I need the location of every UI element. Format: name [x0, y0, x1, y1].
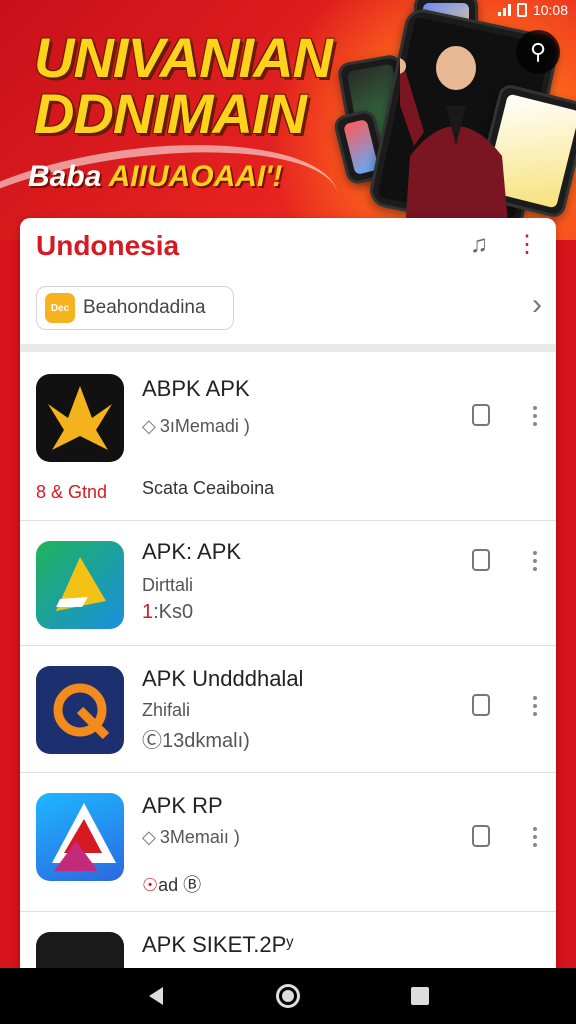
app-subtitle: ◇ 3Memaiı ) [142, 827, 240, 848]
app-subtitle-text: 3ıMemadi ) [159, 416, 250, 436]
banner-headline-line2: DDNIMAIN [34, 82, 307, 145]
list-item[interactable]: APK: APK Dirttali 1:Ks0 [20, 521, 556, 646]
recents-button[interactable] [390, 968, 450, 1024]
bookmark-icon[interactable] [472, 404, 490, 426]
filter-row: Dec Beahondadina › [20, 274, 556, 352]
app-size: 1:Ks0 [142, 601, 193, 624]
bookmark-icon[interactable] [472, 825, 490, 847]
app-name: APK Undddhalal [142, 666, 304, 691]
more-vertical-icon[interactable] [532, 551, 538, 571]
app-list: ABPK APK ◇ 3ıMemadi ) 8 & Gtnd Scata Ceai… [20, 352, 556, 978]
more-vertical-icon[interactable] [532, 827, 538, 847]
battery-icon [516, 3, 527, 17]
app-subtitle-text: 3Memaiı ) [159, 827, 240, 847]
overflow-menu-icon[interactable]: ⋮ [512, 230, 542, 260]
tag-icon: ◇ [142, 416, 156, 436]
app-icon [36, 666, 124, 754]
app-subtitle: Zhifali [142, 700, 191, 720]
content-card: Undonesia ♫ ⋮ Dec Beahondadina › ABPK AP… [20, 218, 556, 978]
tag-icon: ◇ [142, 827, 156, 847]
chevron-right-icon[interactable]: › [532, 290, 542, 320]
list-item[interactable]: APK Undddhalal Zhifali Ⓒ13dkmalı) [20, 646, 556, 773]
home-icon [276, 984, 300, 1008]
category-chip[interactable]: Dec Beahondadina [36, 286, 234, 330]
status-bar: 10:08 [497, 0, 568, 20]
app-name: APK: APK [142, 539, 242, 564]
app-size-prefix: 1 [142, 601, 154, 623]
card-title: Undonesia [36, 230, 180, 261]
back-icon [149, 987, 163, 1005]
app-rating: ☉ad Ⓑ [142, 871, 201, 897]
bookmark-icon[interactable] [472, 549, 490, 571]
list-item[interactable]: APK RP ◇ 3Memaiı ) ☉ad Ⓑ [20, 773, 556, 912]
app-rating-prefix: ☉ [142, 875, 159, 895]
music-note-icon[interactable]: ♫ [464, 230, 494, 260]
app-icon [36, 541, 124, 629]
banner-headline: UNIVANIAN DDNIMAIN [34, 30, 364, 142]
list-item[interactable]: ABPK APK ◇ 3ıMemadi ) 8 & Gtnd Scata Ceai… [20, 352, 556, 521]
more-vertical-icon[interactable] [532, 696, 538, 716]
banner-headline-line1: UNIVANIAN [34, 26, 333, 89]
promo-banner[interactable]: 10:08 UNIVANIAN DDNIMAIN Baba AIIUAOAAI'… [0, 0, 576, 240]
card-header: Undonesia ♫ ⋮ [20, 218, 556, 274]
banner-tagline: Baba AIIUAOAAI'! [28, 160, 282, 194]
app-rating: 8 & Gtnd [36, 482, 108, 502]
app-size-text: :Ks0 [153, 601, 194, 623]
app-subtitle: Dirttali [142, 575, 194, 595]
presenter-illustration [400, 40, 510, 240]
app-icon [36, 793, 124, 881]
app-subtitle: ◇ 3ıMemadi ) [142, 416, 250, 437]
status-time: 10:08 [532, 2, 568, 18]
app-category: Scata Ceaiboina [142, 478, 275, 498]
bookmark-icon[interactable] [472, 694, 490, 716]
app-icon [36, 374, 124, 462]
app-name: APK SIKET.2Pʸ [142, 932, 294, 957]
app-name: APK RP [142, 793, 223, 818]
system-navigation-bar [0, 968, 576, 1024]
app-name: ABPK APK [142, 376, 250, 401]
recents-icon [411, 987, 429, 1005]
signal-icon [497, 4, 511, 16]
app-size: Ⓒ13dkmalı) [142, 730, 250, 752]
chip-label: Beahondadina [83, 297, 206, 318]
more-vertical-icon[interactable] [532, 406, 538, 426]
chip-logo-icon: Dec [45, 293, 75, 323]
banner-tagline-part2: AIIUAOAAI'! [108, 160, 283, 193]
search-icon[interactable]: ⚲ [516, 30, 560, 74]
home-button[interactable] [258, 968, 318, 1024]
app-rating-text: ad Ⓑ [158, 875, 202, 895]
back-button[interactable] [126, 968, 186, 1024]
banner-tagline-part1: Baba [28, 160, 109, 193]
